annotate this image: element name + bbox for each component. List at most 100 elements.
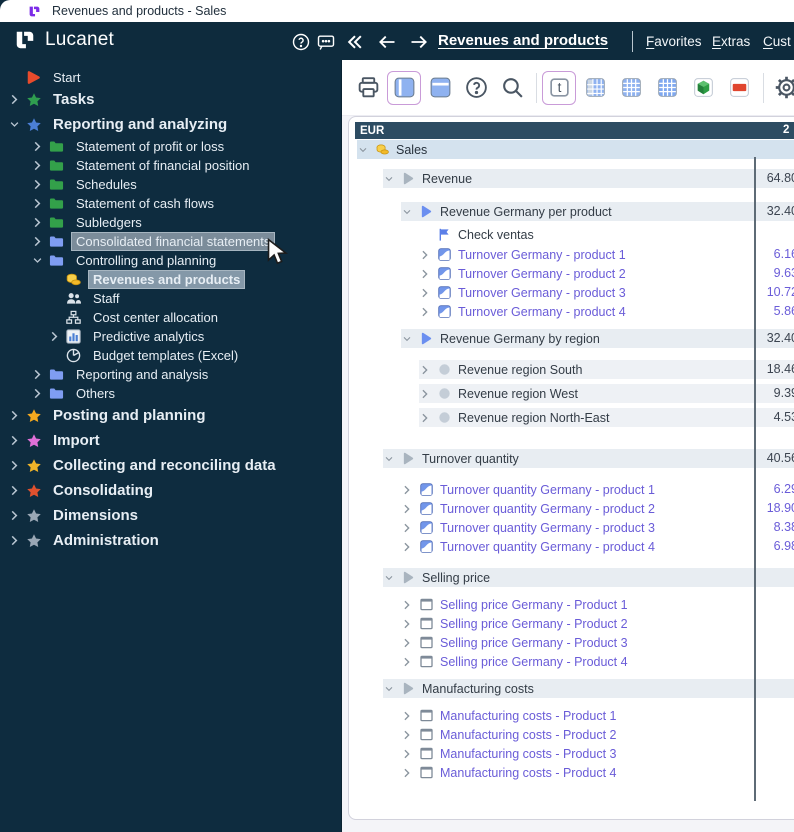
table-grid-button[interactable] [578,71,612,105]
sidebar-item[interactable]: Posting and planning [0,403,341,428]
table-row[interactable]: Turnover quantity Germany - product 16.2… [355,480,794,499]
right-chevron-icon[interactable] [10,94,25,106]
down-chevron-icon[interactable] [403,333,418,345]
sidebar-item[interactable]: Statement of financial position [0,156,341,175]
right-chevron-icon[interactable] [10,435,25,447]
table-row[interactable]: Manufacturing costs - Product 3 [355,744,794,763]
settings-gear-button[interactable] [769,71,794,105]
table-row[interactable]: Revenue Germany by region32.40 [355,329,794,348]
right-chevron-icon[interactable] [10,485,25,497]
sidebar-item[interactable]: Schedules [0,175,341,194]
right-chevron-icon[interactable] [403,503,418,515]
forward-arrow-icon[interactable] [408,31,430,53]
down-chevron-icon[interactable] [385,453,400,465]
menu-extras[interactable]: Extras [712,34,750,49]
table-row[interactable]: Selling price [355,568,794,587]
right-chevron-icon[interactable] [403,599,418,611]
table-row[interactable]: Turnover Germany - product 45.86 [355,302,794,321]
sidebar-item[interactable]: Statement of cash flows [0,194,341,213]
down-chevron-icon[interactable] [33,255,48,267]
right-chevron-icon[interactable] [421,306,436,318]
table-row[interactable]: Turnover Germany - product 16.16 [355,245,794,264]
search-button[interactable] [495,71,529,105]
sidebar-item[interactable]: Tasks [0,87,341,112]
table-row[interactable]: Selling price Germany - Product 2 [355,614,794,633]
right-chevron-icon[interactable] [403,484,418,496]
collapse-double-chevron-icon[interactable] [344,31,366,53]
table-row[interactable]: Turnover Germany - product 310.72 [355,283,794,302]
right-chevron-icon[interactable] [421,287,436,299]
right-chevron-icon[interactable] [421,388,436,400]
right-chevron-icon[interactable] [403,618,418,630]
table-grid-dense-button[interactable] [614,71,648,105]
right-chevron-icon[interactable] [421,249,436,261]
sidebar-item[interactable]: Reporting and analyzing [0,112,341,137]
back-arrow-icon[interactable] [376,31,398,53]
sidebar-item[interactable]: Predictive analytics [0,327,341,346]
down-chevron-icon[interactable] [403,206,418,218]
help-icon[interactable] [290,31,312,53]
right-chevron-icon[interactable] [33,217,48,229]
right-chevron-icon[interactable] [403,541,418,553]
red-cell-button[interactable] [722,71,756,105]
sidebar-item[interactable]: Subledgers [0,213,341,232]
right-chevron-icon[interactable] [403,637,418,649]
table-row[interactable]: Selling price Germany - Product 4 [355,652,794,671]
right-chevron-icon[interactable] [421,364,436,376]
sidebar-item[interactable]: Controlling and planning [0,251,341,270]
table-row[interactable]: Revenue region West9.39 [355,384,794,403]
sidebar-item[interactable]: Consolidated financial statements [0,232,341,251]
right-chevron-icon[interactable] [403,748,418,760]
menu-customizing[interactable]: Cust [763,34,791,49]
table-row[interactable]: Revenue Germany per product32.40 [355,202,794,221]
table-row[interactable]: Turnover Germany - product 29.63 [355,264,794,283]
table-row[interactable]: Revenue64.80 [355,169,794,188]
right-chevron-icon[interactable] [33,369,48,381]
print-button[interactable] [351,71,385,105]
right-chevron-icon[interactable] [403,729,418,741]
right-chevron-icon[interactable] [33,141,48,153]
table-row[interactable]: Selling price Germany - Product 3 [355,633,794,652]
right-chevron-icon[interactable] [33,236,48,248]
sidebar-item[interactable]: Cost center allocation [0,308,341,327]
table-row[interactable]: Sales [355,140,794,159]
right-chevron-icon[interactable] [403,710,418,722]
right-chevron-icon[interactable] [421,412,436,424]
layout-left-pane-button[interactable] [387,71,421,105]
sidebar-item[interactable]: Start [0,68,341,87]
sidebar-item[interactable]: Reporting and analysis [0,365,341,384]
right-chevron-icon[interactable] [403,767,418,779]
table-row[interactable]: Manufacturing costs - Product 1 [355,706,794,725]
sidebar-item[interactable]: Budget templates (Excel) [0,346,341,365]
table-row[interactable]: Manufacturing costs - Product 4 [355,763,794,782]
cube-button[interactable] [686,71,720,105]
right-chevron-icon[interactable] [33,179,48,191]
table-row[interactable]: Check ventas [355,225,794,244]
table-row[interactable]: Manufacturing costs [355,679,794,698]
sidebar-item[interactable]: Revenues and products [0,270,341,289]
right-chevron-icon[interactable] [10,535,25,547]
right-chevron-icon[interactable] [403,656,418,668]
sidebar-item[interactable]: Others [0,384,341,403]
right-chevron-icon[interactable] [10,460,25,472]
table-row[interactable]: Manufacturing costs - Product 2 [355,725,794,744]
down-chevron-icon[interactable] [10,119,25,131]
layout-top-pane-button[interactable] [423,71,457,105]
table-grid-blue-button[interactable] [650,71,684,105]
down-chevron-icon[interactable] [385,572,400,584]
table-row[interactable]: Turnover quantity Germany - product 218.… [355,499,794,518]
sidebar-item[interactable]: Dimensions [0,503,341,528]
table-row[interactable]: Selling price Germany - Product 1 [355,595,794,614]
sidebar-item[interactable]: Collecting and reconciling data [0,453,341,478]
table-row[interactable]: Turnover quantity40.56 [355,449,794,468]
right-chevron-icon[interactable] [403,522,418,534]
sidebar-item[interactable]: Staff [0,289,341,308]
sidebar-item[interactable]: Import [0,428,341,453]
sidebar-item[interactable]: Administration [0,528,341,553]
table-row[interactable]: Turnover quantity Germany - product 38.3… [355,518,794,537]
text-cell-button[interactable]: t [542,71,576,105]
menu-favorites[interactable]: Favorites [646,34,702,49]
right-chevron-icon[interactable] [33,160,48,172]
right-chevron-icon[interactable] [10,410,25,422]
table-row[interactable]: Revenue region North-East4.53 [355,408,794,427]
